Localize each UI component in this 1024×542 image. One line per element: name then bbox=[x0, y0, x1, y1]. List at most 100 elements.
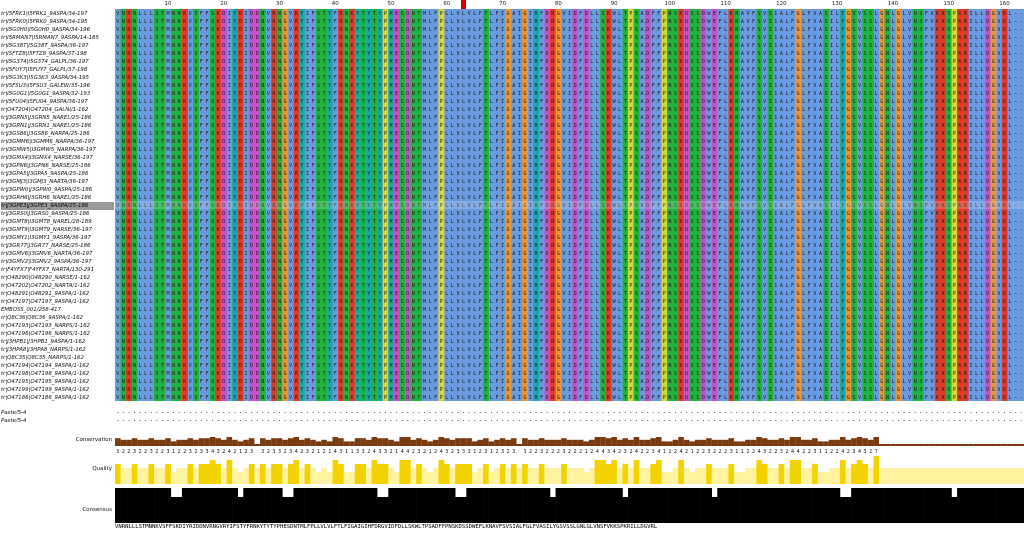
sequence-id[interactable]: tr|I3GMJ3|I3GMJ3_NARTA/36-197 bbox=[1, 178, 114, 186]
residue: S bbox=[155, 227, 158, 233]
sequence-id[interactable]: tr|I5FU04|I5FU04_9ASPA/36-197 bbox=[1, 98, 114, 106]
residue: F bbox=[652, 187, 655, 193]
sequence-id[interactable]: tr|O47194|O47194_9ASPA/1-162 bbox=[1, 362, 114, 370]
sequence-id[interactable]: tr|O47198|O47198_9ASPA/1-162 bbox=[1, 370, 114, 378]
sequence-id[interactable]: tr|O47202|O47202_NARTA/1-162 bbox=[1, 282, 114, 290]
residue: P bbox=[440, 43, 443, 49]
sequence-id[interactable]: tr|I5FSU3|I5FSU3_GALEW/35-196 bbox=[1, 82, 114, 90]
sequence-id[interactable]: tr|I5G0H0|I5G0H0_9ASPA/34-196 bbox=[1, 26, 114, 34]
residue: I bbox=[529, 123, 532, 129]
residue: L bbox=[445, 75, 448, 81]
residue: N bbox=[345, 267, 348, 273]
residue: F bbox=[434, 291, 437, 297]
sequence-id[interactable]: tr|O47193|O47193_NARPS/1-162 bbox=[1, 322, 114, 330]
sequence-id[interactable]: tr|J3HPB1|J3HPB1_9ASPA/1-162 bbox=[1, 338, 114, 346]
sequence-id[interactable]: EMBOSS_001/258-417 bbox=[1, 306, 114, 314]
residue: L bbox=[451, 147, 454, 153]
residue: L bbox=[473, 179, 476, 185]
residue: D bbox=[406, 315, 409, 321]
residue: L bbox=[445, 211, 448, 217]
residue: D bbox=[250, 27, 253, 33]
sequence-id[interactable]: tr|O48291|O48291_9ASPA/1-162 bbox=[1, 290, 114, 298]
alignment-grid[interactable]: VVVVVVVVVVVVVVVVVVVVVVVVVVVVVVVVVVVVVVVV… bbox=[115, 9, 1024, 411]
residue: S bbox=[601, 251, 604, 257]
sequence-id[interactable]: tr|I3GMT8|I3GMT8_NAREL/28-189 bbox=[1, 218, 114, 226]
sequence-id[interactable]: tr|I5RMAN7|I5RMAN7_9ASPA/14-185 bbox=[1, 34, 114, 42]
sequence-id[interactable]: tr|I5FUY7|I5FUY7_GALPL/37-198 bbox=[1, 66, 114, 74]
sequence-id[interactable]: tr|O47196|O47196_NARPS/1-162 bbox=[1, 330, 114, 338]
residue: T bbox=[624, 307, 627, 313]
residue: D bbox=[646, 387, 649, 393]
sequence-id[interactable]: tr|I3GMW5|I3GMW5_NARPA/36-197 bbox=[1, 146, 114, 154]
residue: F bbox=[652, 387, 655, 393]
sequence-id[interactable]: tr|I3GMM6|I3GMM6_NARPA/36-197 bbox=[1, 138, 114, 146]
sequence-id[interactable]: tr|I3GMY1|I3GMY1_9ASPA/36-197 bbox=[1, 234, 114, 242]
residue: V bbox=[267, 291, 270, 297]
residue: L bbox=[139, 387, 142, 393]
sequence-id[interactable]: tr|J3GPN6|J3GPN6_NARSE/25-186 bbox=[1, 162, 114, 170]
sequence-id[interactable]: tr|J3GRH6|J3GRH6_NAREL/25-186 bbox=[1, 194, 114, 202]
residue: I bbox=[529, 19, 532, 25]
sequence-id[interactable]: tr|Q8C35|Q8C35_NARPS/1-162 bbox=[1, 354, 114, 362]
residue: F bbox=[652, 211, 655, 217]
residue: S bbox=[194, 283, 197, 289]
sequence-id[interactable]: tr|I5FTZ8|I5FTZ8_9ASPA/37-198 bbox=[1, 50, 114, 58]
residue: V bbox=[289, 179, 292, 185]
sequence-id[interactable]: tr|F4YFX7|F4YFX7_NARTA/130-291 bbox=[1, 266, 114, 274]
residue: F bbox=[311, 211, 314, 217]
ruler-marker[interactable] bbox=[461, 0, 466, 9]
sequence-id[interactable]: tr|O47186|O47186_9ASPA/1-162 bbox=[1, 394, 114, 402]
sequence-id[interactable]: tr|I3GMT9|I3GMT9_NARSE/36-197 bbox=[1, 226, 114, 234]
residue: N bbox=[345, 43, 348, 49]
sequence-id-panel[interactable]: tr|I5FRK1|I5FRK1_9ASPA/34-197 tr|I5FRK0|I… bbox=[0, 0, 115, 542]
sequence-id[interactable]: tr|I3GMV6|I3GMV6_NARTA/36-197 bbox=[1, 250, 114, 258]
residue: K bbox=[607, 187, 610, 193]
residue: V bbox=[456, 75, 459, 81]
sequence-id[interactable]: tr|J3GR77|J3GR77_NARSE/25-186 bbox=[1, 242, 114, 250]
sequence-id[interactable]: tr|I5G374|I5G374_GALPL/36-197 bbox=[1, 58, 114, 66]
sequence-id[interactable]: tr|I5FRK1|I5FRK1_9ASPA/34-197 bbox=[1, 10, 114, 18]
residue: M bbox=[423, 195, 426, 201]
residue: V bbox=[468, 123, 471, 129]
residue: G bbox=[557, 323, 560, 329]
residue: L bbox=[462, 163, 465, 169]
sequence-id[interactable]: tr|J3GS86|J3GS86_NARPA/25-186 bbox=[1, 130, 114, 138]
sequence-id[interactable]: tr|J3GPA5|J3GPA5_9ASPA/25-186 bbox=[1, 170, 114, 178]
residue: I bbox=[568, 171, 571, 177]
residue: F bbox=[334, 43, 337, 49]
residue: S bbox=[317, 347, 320, 353]
sequence-id[interactable]: tr|J3GPE3|J3GPE3_9ASPA/25-186 bbox=[1, 202, 114, 210]
sequence-id[interactable]: tr|O47204|O47204_GALNI/1-162 bbox=[1, 106, 114, 114]
residue: P bbox=[629, 59, 632, 65]
sequence-id[interactable]: tr|I3GMV2|I3GMV2_9ASPA/36-197 bbox=[1, 258, 114, 266]
residue: P bbox=[629, 83, 632, 89]
residue: I bbox=[245, 131, 248, 137]
residue: Y bbox=[378, 171, 381, 177]
sequence-id[interactable]: tr|I5G38T|I5G38T_9ASPA/36-197 bbox=[1, 42, 114, 50]
sequence-id[interactable]: tr|I3GMX4|I3GMX4_NARSE/36-197 bbox=[1, 154, 114, 162]
residue: P bbox=[384, 275, 387, 281]
sequence-id[interactable]: tr|J3GRS0|J3GRS0_9ASPA/25-186 bbox=[1, 210, 114, 218]
residue: T bbox=[624, 267, 627, 273]
sequence-id[interactable]: tr|O48290|O48290_NARSE/1-162 bbox=[1, 274, 114, 282]
residue: G bbox=[284, 371, 287, 377]
sequence-id[interactable]: tr|J3GPW0|J3GPW0_9ASPA/25-186 bbox=[1, 186, 114, 194]
sequence-id[interactable]: tr|I5G0G1|I5G0G1_9ASPA/32-193 bbox=[1, 90, 114, 98]
sequence-id[interactable]: tr|O47199|O47199_9ASPA/1-162 bbox=[1, 386, 114, 394]
residue: N bbox=[278, 147, 281, 153]
sequence-id[interactable]: tr|O47195|O47195_9ASPA/1-162 bbox=[1, 378, 114, 386]
residue: V bbox=[116, 363, 119, 369]
sequence-id[interactable]: tr|J3HPA8|J3HPA8_NARPS/1-162 bbox=[1, 346, 114, 354]
sequence-id[interactable]: tr|J3GRN5|J3GRN5_NAREL/25-186 bbox=[1, 114, 114, 122]
residue: G bbox=[557, 395, 560, 401]
sequence-id[interactable]: tr|J3GRN1|J3GRN1_NAREL/25-186 bbox=[1, 122, 114, 130]
sequence-id[interactable]: tr|Q8C36|Q8C36_9ASPA/1-162 bbox=[1, 314, 114, 322]
residue: Y bbox=[356, 83, 359, 89]
sequence-id[interactable]: tr|O47197|O47197_9ASPA/1-162 bbox=[1, 298, 114, 306]
residue: T bbox=[362, 91, 365, 97]
alignment-viewer[interactable]: tr|I5FRK1|I5FRK1_9ASPA/34-197 tr|I5FRK0|I… bbox=[0, 0, 1024, 542]
residue: L bbox=[618, 75, 621, 81]
column-ruler[interactable]: 10 20 30 40 50 60 70 80 90 100 110 120 130 140 150 160 bbox=[115, 0, 1024, 9]
sequence-id[interactable]: tr|I5FRK0|I5FRK0_9ASPA/34-195 bbox=[1, 18, 114, 26]
sequence-id[interactable]: tr|I5G3K3|I5G3K3_9ASPA/34-195 bbox=[1, 74, 114, 82]
